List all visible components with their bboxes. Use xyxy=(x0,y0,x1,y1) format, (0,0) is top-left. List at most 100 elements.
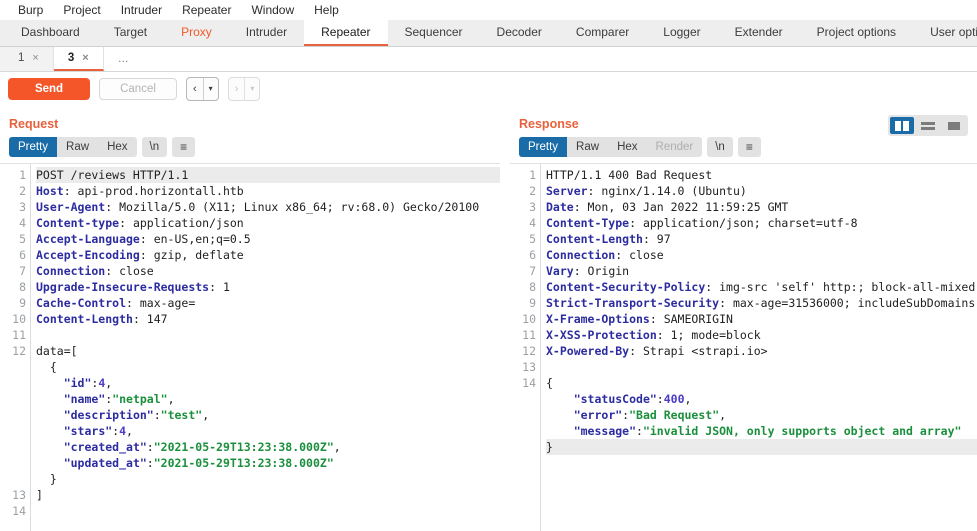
repeater-tab-1[interactable]: 1 × xyxy=(4,47,54,71)
code-line: "id":4, xyxy=(36,375,500,391)
code-token: , xyxy=(333,440,341,454)
code-token: , xyxy=(719,408,727,422)
tool-tab-dashboard[interactable]: Dashboard xyxy=(4,20,97,46)
code-line: X-XSS-Protection: 1; mode=block xyxy=(546,327,977,343)
request-tab-pretty[interactable]: Pretty xyxy=(9,137,58,157)
line-number xyxy=(510,439,536,455)
line-number xyxy=(510,423,536,439)
history-forward-button: › ▾ xyxy=(227,76,261,101)
request-menu-icon[interactable]: ≡ xyxy=(172,137,196,157)
repeater-tab-3[interactable]: 3 × xyxy=(53,47,104,71)
menu-item-repeater[interactable]: Repeater xyxy=(172,0,241,20)
tool-tab-decoder[interactable]: Decoder xyxy=(480,20,559,46)
tool-tab-logger[interactable]: Logger xyxy=(646,20,717,46)
code-token: ] xyxy=(36,488,43,502)
line-number xyxy=(0,455,26,471)
editor-panes: Request Pretty Raw Hex \n ≡ 1 2 3 4 5 6 7 8 9 10 1… xyxy=(0,103,977,531)
code-token: X-XSS-Protection xyxy=(546,328,657,342)
line-number xyxy=(0,391,26,407)
line-number: 4 xyxy=(19,216,26,230)
tool-tab-extender[interactable]: Extender xyxy=(718,20,800,46)
history-back-button[interactable]: ‹ ▾ xyxy=(186,76,219,101)
request-panel-title: Request xyxy=(9,117,59,131)
response-newline-toggle[interactable]: \n xyxy=(707,137,733,157)
pane-divider[interactable] xyxy=(500,103,510,531)
code-token: , xyxy=(202,408,210,422)
code-token: : application/json xyxy=(119,216,244,230)
menu-item-window[interactable]: Window xyxy=(241,0,304,20)
code-token: X-Frame-Options xyxy=(546,312,650,326)
code-token: { xyxy=(36,360,57,374)
tool-tab-repeater[interactable]: Repeater xyxy=(304,20,388,46)
code-token: : img-src 'self' http:; block-all-mixed-… xyxy=(705,280,977,294)
response-menu-icon[interactable]: ≡ xyxy=(737,137,761,157)
request-tab-raw[interactable]: Raw xyxy=(57,137,98,157)
code-token: Content-Length xyxy=(546,232,643,246)
response-editor[interactable]: 1 2 3 4 5 6 7 8 9 10 11 12 13 14 HTTP/1.1 400 Bad Req… xyxy=(510,163,977,531)
code-token: : Mon, 03 Jan 2022 11:59:25 GMT xyxy=(573,200,789,214)
response-tab-pretty[interactable]: Pretty xyxy=(519,137,568,157)
line-number xyxy=(0,471,26,487)
line-number: 4 xyxy=(529,216,536,230)
close-icon[interactable]: × xyxy=(32,52,38,64)
code-token: : xyxy=(656,392,664,406)
menu-item-project[interactable]: Project xyxy=(53,0,110,20)
code-line: Content-Length: 97 xyxy=(546,231,977,247)
repeater-tab-overflow-button[interactable]: … xyxy=(103,47,144,71)
response-tab-hex[interactable]: Hex xyxy=(608,137,646,157)
repeater-tab-bar: 1 × 3 × … xyxy=(0,47,977,72)
tool-tab-project-options[interactable]: Project options xyxy=(800,20,913,46)
code-token: Content-Length xyxy=(36,312,133,326)
code-token: HTTP/1.1 400 Bad Request xyxy=(546,168,713,182)
response-pane: Response Pretty Raw Hex Render \n ≡ 1234… xyxy=(510,103,977,531)
code-token: "2021-05-29T13:23:38.000Z" xyxy=(153,440,334,454)
code-token: , xyxy=(105,376,113,390)
tool-tab-user-options[interactable]: User options xyxy=(913,20,977,46)
tool-tab-sequencer[interactable]: Sequencer xyxy=(388,20,480,46)
code-line: "updated_at":"2021-05-29T13:23:38.000Z" xyxy=(36,455,500,471)
response-format-tab-group: Pretty Raw Hex Render xyxy=(519,137,703,157)
code-token: : 1 xyxy=(209,280,230,294)
line-number: 8 xyxy=(19,280,26,294)
code-line: { xyxy=(36,359,500,375)
code-line: X-Powered-By: Strapi <strapi.io> xyxy=(546,343,977,359)
code-line: "statusCode":400, xyxy=(546,391,977,407)
code-token: : api-prod.horizontall.htb xyxy=(63,184,244,198)
response-code-area[interactable]: HTTP/1.1 400 Bad Request Server: nginx/1.… xyxy=(541,164,977,531)
request-newline-toggle[interactable]: \n xyxy=(141,137,168,157)
code-token: : 97 xyxy=(642,232,671,246)
request-line-gutter: 1 2 3 4 5 6 7 8 9 10 11 12 13 14 xyxy=(0,164,31,531)
request-tab-hex[interactable]: Hex xyxy=(98,137,136,157)
response-tab-raw[interactable]: Raw xyxy=(567,137,608,157)
line-number: 13 xyxy=(12,488,26,502)
menu-item-intruder[interactable]: Intruder xyxy=(111,0,172,20)
menu-item-burp[interactable]: Burp xyxy=(8,0,53,20)
line-number: 2 xyxy=(529,184,536,198)
send-button[interactable]: Send xyxy=(8,77,90,100)
line-number: 13 xyxy=(522,360,536,374)
menu-bar: Burp Project Intruder Repeater Window He… xyxy=(0,0,977,20)
tool-tab-proxy[interactable]: Proxy xyxy=(164,20,229,46)
close-icon[interactable]: × xyxy=(82,52,88,64)
tool-tab-intruder[interactable]: Intruder xyxy=(229,20,304,46)
line-number: 7 xyxy=(19,264,26,278)
menu-item-help[interactable]: Help xyxy=(304,0,349,20)
line-number: 9 xyxy=(529,296,536,310)
line-number: 10 xyxy=(12,312,26,326)
tool-tab-target[interactable]: Target xyxy=(97,20,164,46)
request-editor[interactable]: 1 2 3 4 5 6 7 8 9 10 11 12 13 14 POST /reviews HTTP/1… xyxy=(0,163,500,531)
code-line: Content-Length: 147 xyxy=(36,311,500,327)
request-code-area[interactable]: POST /reviews HTTP/1.1 Host: api-prod.hor… xyxy=(31,164,500,531)
code-token: : max-age= xyxy=(126,296,196,310)
chevron-down-icon[interactable]: ▾ xyxy=(204,79,218,99)
tool-tab-comparer[interactable]: Comparer xyxy=(559,20,646,46)
code-line: "stars":4, xyxy=(36,423,500,439)
code-token: "message" xyxy=(573,424,637,438)
code-token: : xyxy=(146,456,154,470)
code-token: "statusCode" xyxy=(573,392,657,406)
code-line: Host: api-prod.horizontall.htb xyxy=(36,183,500,199)
code-token: : close xyxy=(105,264,154,278)
